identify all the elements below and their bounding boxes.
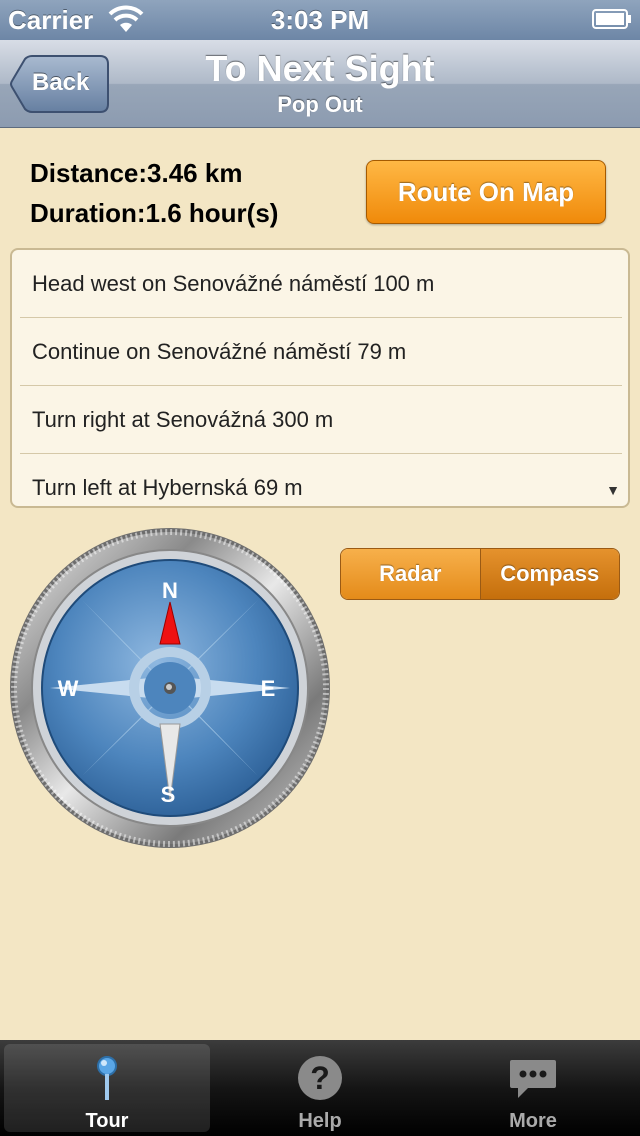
page-subtitle: Pop Out xyxy=(277,92,363,117)
direction-item[interactable]: Turn right at Senovážná 300 m xyxy=(20,386,622,454)
duration-label: Duration:1.6 hour(s) xyxy=(30,198,279,228)
direction-item[interactable]: Turn left at Hybernská 69 m xyxy=(20,454,622,506)
compass-west-label: W xyxy=(58,676,79,701)
battery-icon xyxy=(592,9,631,29)
radar-segment[interactable]: Radar xyxy=(341,549,481,599)
direction-item[interactable]: Continue on Senovážné náměstí 79 m xyxy=(20,318,622,386)
pin-icon xyxy=(97,1056,117,1100)
compass-east-label: E xyxy=(261,676,276,701)
page-title: To Next Sight xyxy=(205,48,435,89)
tab-more-label: More xyxy=(509,1110,557,1132)
navigation-bar: Back To Next Sight Pop Out xyxy=(0,40,640,128)
directions-list[interactable]: Head west on Senovážné náměstí 100 m Con… xyxy=(10,248,630,508)
view-mode-segmented-control: Radar Compass xyxy=(340,548,620,600)
svg-text:?: ? xyxy=(310,1060,330,1096)
tab-tour-label: Tour xyxy=(85,1110,129,1132)
distance-label: Distance:3.46 km xyxy=(30,158,243,188)
compass-dial: N S E W xyxy=(10,528,330,848)
tab-help[interactable]: ? Help xyxy=(217,1044,423,1132)
scroll-down-icon[interactable]: ▼ xyxy=(606,482,620,498)
tab-more[interactable]: More xyxy=(430,1044,636,1132)
compass-south-label: S xyxy=(161,782,176,807)
tab-bar: Tour ? Help More xyxy=(0,1040,640,1136)
chat-bubble-icon xyxy=(510,1060,556,1098)
status-bar: Carrier 3:03 PM xyxy=(0,0,640,40)
question-icon: ? xyxy=(298,1056,342,1100)
compass-north-label: N xyxy=(162,578,178,603)
tab-tour[interactable]: Tour xyxy=(4,1044,210,1132)
direction-item[interactable]: Head west on Senovážné náměstí 100 m xyxy=(20,250,622,318)
status-time: 3:03 PM xyxy=(270,5,370,35)
tab-help-label: Help xyxy=(298,1110,342,1132)
route-on-map-button[interactable]: Route On Map xyxy=(366,160,606,224)
compass-segment[interactable]: Compass xyxy=(480,549,619,599)
